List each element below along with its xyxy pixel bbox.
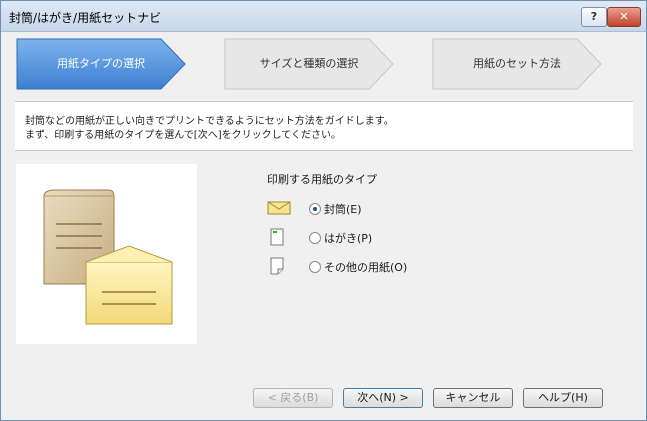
postcard-radio[interactable] bbox=[309, 232, 321, 244]
paper-icon bbox=[267, 257, 291, 278]
other-paper-option[interactable]: その他の用紙(O) bbox=[267, 257, 467, 275]
description-line-2: まず、印刷する用紙のタイプを選んで[次へ]をクリックしてください。 bbox=[25, 130, 342, 141]
postcard-option[interactable]: はがき(P) bbox=[267, 228, 467, 246]
close-button[interactable]: ✕ bbox=[607, 7, 641, 27]
step-label: 用紙のセット方法 bbox=[473, 57, 561, 70]
paper-type-group-label: 印刷する用紙のタイプ bbox=[267, 173, 377, 186]
other-paper-radio[interactable] bbox=[309, 261, 321, 273]
back-button[interactable]: < 戻る(B) bbox=[253, 388, 333, 408]
description-line-1: 封筒などの用紙が正しい向きでプリントできるようにセット方法をガイドします。 bbox=[25, 116, 394, 127]
dialog-window: 封筒/はがき/用紙セットナビ ? ✕ 用紙タイプの選択 サイズと種類の選択 用紙… bbox=[0, 0, 647, 421]
cancel-button[interactable]: キャンセル bbox=[433, 388, 513, 408]
help-button[interactable]: ヘルプ(H) bbox=[523, 388, 603, 408]
help-title-button[interactable]: ? bbox=[581, 7, 607, 27]
other-paper-option-label: その他の用紙(O) bbox=[324, 261, 408, 274]
step-select-size-type: サイズと種類の選択 bbox=[223, 37, 395, 91]
envelope-option[interactable]: 封筒(E) bbox=[267, 199, 467, 217]
envelope-radio[interactable] bbox=[309, 203, 321, 215]
step-set-method: 用紙のセット方法 bbox=[431, 37, 603, 91]
step-label: サイズと種類の選択 bbox=[259, 57, 359, 70]
envelopes-image bbox=[43, 189, 173, 325]
window-title: 封筒/はがき/用紙セットナビ bbox=[9, 11, 162, 25]
step-label: 用紙タイプの選択 bbox=[57, 57, 145, 70]
step-select-paper-type: 用紙タイプの選択 bbox=[15, 37, 187, 91]
title-bar: 封筒/はがき/用紙セットナビ ? ✕ bbox=[1, 1, 646, 32]
postcard-icon bbox=[267, 228, 291, 249]
envelope-icon bbox=[267, 199, 291, 218]
postcard-option-label: はがき(P) bbox=[324, 232, 373, 245]
next-button[interactable]: 次へ(N) > bbox=[343, 388, 423, 408]
wizard-steps: 用紙タイプの選択 サイズと種類の選択 用紙のセット方法 bbox=[15, 37, 615, 91]
description-panel: 封筒などの用紙が正しい向きでプリントできるようにセット方法をガイドします。 まず… bbox=[15, 101, 633, 151]
envelope-option-label: 封筒(E) bbox=[324, 203, 362, 216]
envelope-illustration bbox=[16, 164, 197, 344]
